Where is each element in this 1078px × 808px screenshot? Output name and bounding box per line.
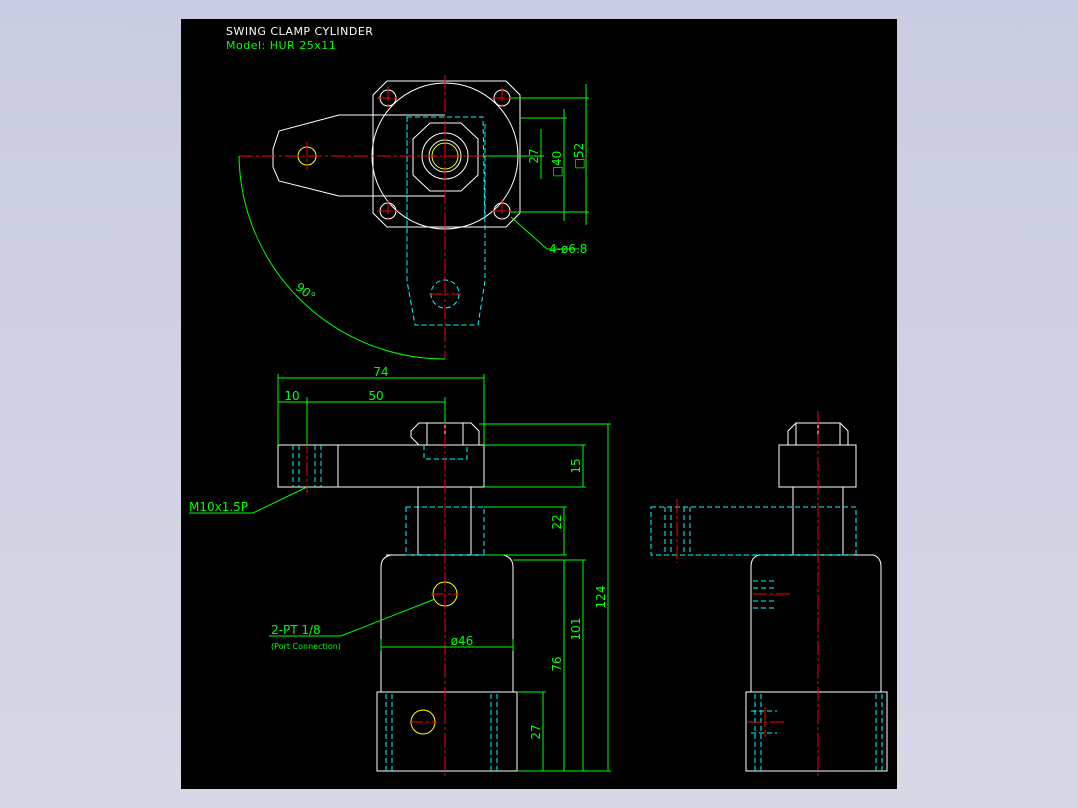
dim-square-52: □52 xyxy=(572,143,586,170)
side-view-centerlines xyxy=(676,411,819,779)
dim-27-top: 27 xyxy=(527,148,541,163)
dim-27-front: 27 xyxy=(529,724,543,739)
drawing-title: SWING CLAMP CYLINDER xyxy=(226,25,373,38)
top-view-outline xyxy=(272,80,521,230)
dim-22: 22 xyxy=(550,514,564,529)
front-view-hidden xyxy=(292,445,498,771)
front-view: 74 10 50 15 22 101 124 76 27 ø46 M10x1.5… xyxy=(189,365,611,779)
front-view-dimensions xyxy=(189,374,611,772)
dim-50: 50 xyxy=(368,389,383,403)
holes-note: 4-ø6.8 xyxy=(549,242,587,256)
front-view-outline xyxy=(277,422,518,772)
thread-note: M10x1.5P xyxy=(189,500,248,514)
side-view-hidden xyxy=(650,506,883,771)
port-note: 2-PT 1/8 xyxy=(271,623,321,637)
port-note-sub: (Port Connection) xyxy=(271,642,341,651)
dim-124: 124 xyxy=(594,586,608,609)
cad-drawing: SWING CLAMP CYLINDER Model: HUR 25x11 □4… xyxy=(189,25,888,779)
top-view-centerlines xyxy=(239,75,513,359)
model-label: Model: HUR 25x11 xyxy=(226,39,336,52)
dim-square-40: □40 xyxy=(550,151,564,178)
dim-15: 15 xyxy=(569,458,583,473)
top-view: □40 □52 27 4-ø6.8 90° xyxy=(238,75,589,360)
front-view-ports xyxy=(410,581,458,735)
dim-101: 101 xyxy=(569,618,583,641)
side-view-outline xyxy=(745,422,888,772)
angle-label: 90° xyxy=(293,280,318,304)
drawing-sheet: SWING CLAMP CYLINDER Model: HUR 25x11 □4… xyxy=(181,19,897,789)
front-view-centerlines xyxy=(306,411,459,779)
dim-diameter-46: ø46 xyxy=(451,634,474,648)
dim-76: 76 xyxy=(550,656,564,671)
dim-10: 10 xyxy=(284,389,299,403)
side-view xyxy=(650,411,888,779)
dim-74: 74 xyxy=(373,365,388,379)
